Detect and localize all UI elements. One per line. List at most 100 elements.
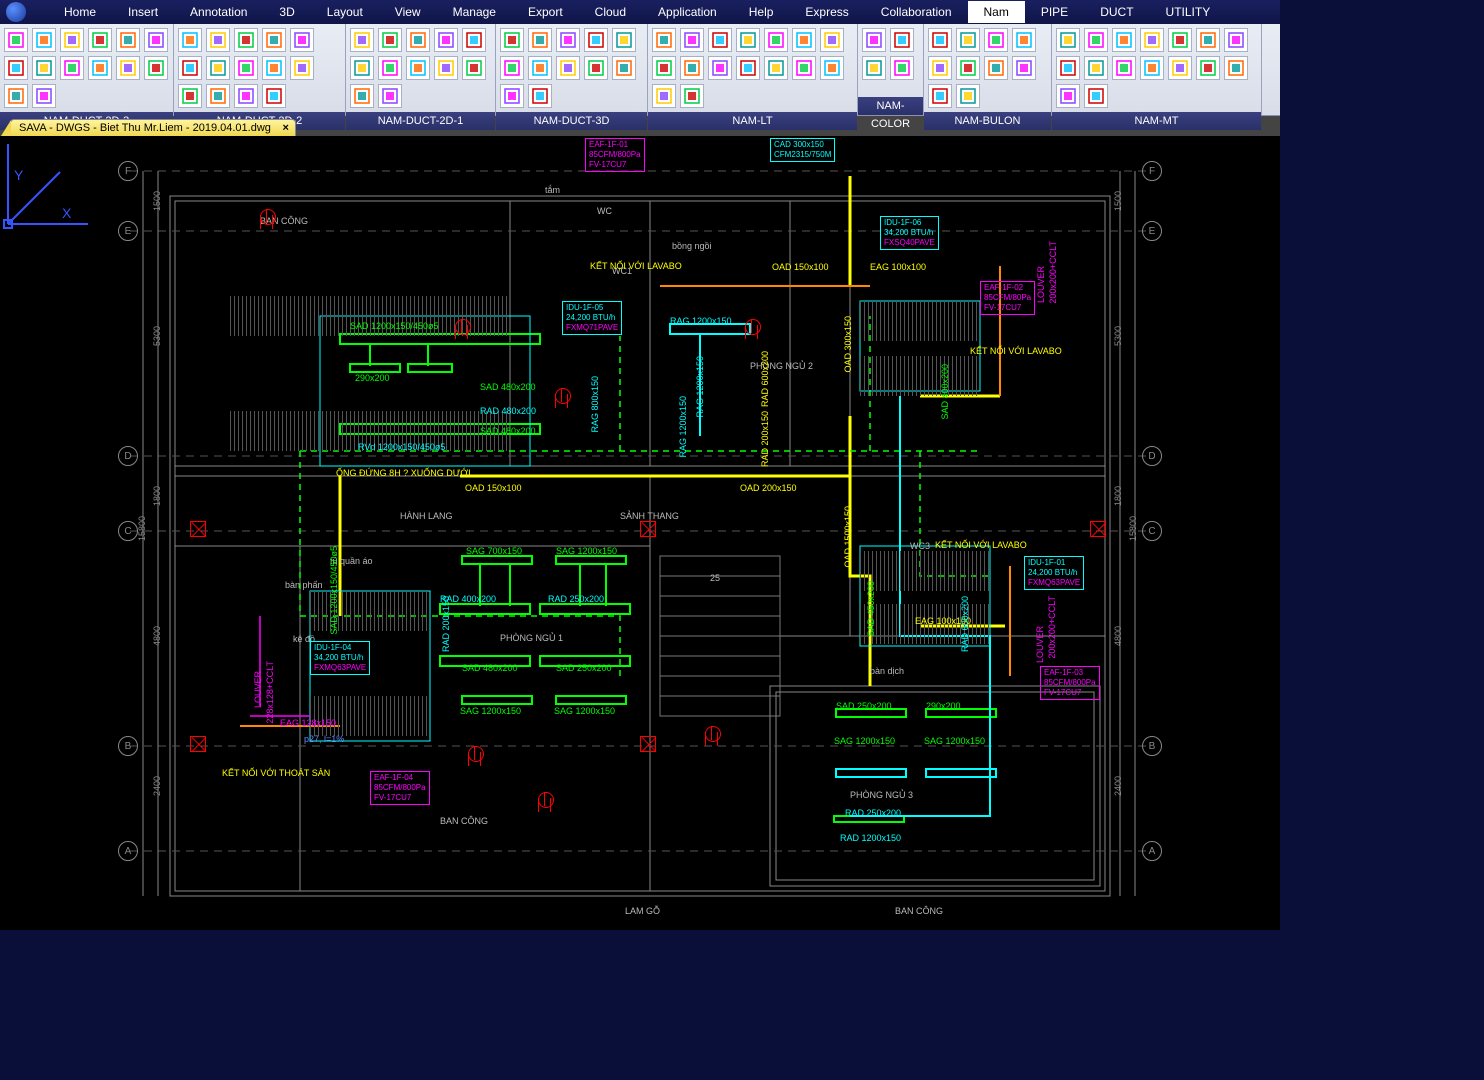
tool-button[interactable] — [956, 28, 980, 52]
tool-button[interactable] — [764, 28, 788, 52]
menu-3d[interactable]: 3D — [263, 1, 310, 23]
menu-annotation[interactable]: Annotation — [174, 1, 263, 23]
file-tab[interactable]: SAVA - DWGS - Biet Thu Mr.Liem - 2019.04… — [10, 119, 296, 136]
tool-button[interactable] — [928, 28, 952, 52]
tool-button[interactable] — [32, 28, 56, 52]
tool-button[interactable] — [4, 56, 28, 80]
tool-button[interactable] — [1224, 28, 1248, 52]
tool-button[interactable] — [234, 56, 258, 80]
tool-button[interactable] — [680, 56, 704, 80]
tool-button[interactable] — [144, 56, 168, 80]
tool-button[interactable] — [262, 28, 286, 52]
tool-button[interactable] — [60, 28, 84, 52]
tool-button[interactable] — [144, 28, 168, 52]
tool-button[interactable] — [1012, 56, 1036, 80]
app-logo-icon[interactable] — [6, 2, 26, 22]
tool-button[interactable] — [956, 84, 980, 108]
tool-button[interactable] — [378, 84, 402, 108]
tool-button[interactable] — [764, 56, 788, 80]
tool-button[interactable] — [708, 28, 732, 52]
tool-button[interactable] — [206, 84, 230, 108]
tool-button[interactable] — [178, 84, 202, 108]
menu-cloud[interactable]: Cloud — [579, 1, 642, 23]
tool-button[interactable] — [234, 84, 258, 108]
tool-button[interactable] — [556, 28, 580, 52]
tool-button[interactable] — [820, 28, 844, 52]
tool-button[interactable] — [406, 28, 430, 52]
tool-button[interactable] — [1084, 56, 1108, 80]
menu-utility[interactable]: UTILITY — [1150, 1, 1227, 23]
tool-button[interactable] — [290, 56, 314, 80]
tool-button[interactable] — [1112, 56, 1136, 80]
tool-button[interactable] — [206, 56, 230, 80]
tool-button[interactable] — [1196, 56, 1220, 80]
tool-button[interactable] — [1112, 28, 1136, 52]
tool-button[interactable] — [528, 84, 552, 108]
tool-button[interactable] — [680, 84, 704, 108]
tool-button[interactable] — [1012, 28, 1036, 52]
drawing-canvas[interactable]: A B C D E F A B C D E F 2400 4800 1800 5… — [0, 136, 1280, 930]
tool-button[interactable] — [928, 56, 952, 80]
tool-button[interactable] — [462, 56, 486, 80]
tool-button[interactable] — [652, 28, 676, 52]
tool-button[interactable] — [680, 28, 704, 52]
tool-button[interactable] — [1056, 84, 1080, 108]
tool-button[interactable] — [1140, 56, 1164, 80]
menu-duct[interactable]: DUCT — [1084, 1, 1149, 23]
tool-button[interactable] — [584, 56, 608, 80]
tool-button[interactable] — [234, 28, 258, 52]
tool-button[interactable] — [350, 84, 374, 108]
tool-button[interactable] — [32, 56, 56, 80]
tool-button[interactable] — [928, 84, 952, 108]
tool-button[interactable] — [1084, 28, 1108, 52]
menu-manage[interactable]: Manage — [437, 1, 512, 23]
tool-button[interactable] — [262, 84, 286, 108]
tool-button[interactable] — [792, 56, 816, 80]
tool-button[interactable] — [178, 56, 202, 80]
tool-button[interactable] — [32, 84, 56, 108]
menu-nam[interactable]: Nam — [968, 1, 1025, 23]
menu-export[interactable]: Export — [512, 1, 579, 23]
tool-button[interactable] — [1168, 28, 1192, 52]
tool-button[interactable] — [434, 56, 458, 80]
tool-button[interactable] — [1196, 28, 1220, 52]
tool-button[interactable] — [708, 56, 732, 80]
tool-button[interactable] — [984, 28, 1008, 52]
tool-button[interactable] — [178, 28, 202, 52]
tool-button[interactable] — [290, 28, 314, 52]
menu-layout[interactable]: Layout — [311, 1, 379, 23]
tool-button[interactable] — [500, 56, 524, 80]
tool-button[interactable] — [378, 56, 402, 80]
tool-button[interactable] — [350, 56, 374, 80]
menu-express[interactable]: Express — [789, 1, 864, 23]
tool-button[interactable] — [116, 56, 140, 80]
menu-pipe[interactable]: PIPE — [1025, 1, 1084, 23]
tool-button[interactable] — [1168, 56, 1192, 80]
tool-button[interactable] — [350, 28, 374, 52]
tool-button[interactable] — [652, 56, 676, 80]
menu-application[interactable]: Application — [642, 1, 733, 23]
tool-button[interactable] — [116, 28, 140, 52]
tool-button[interactable] — [434, 28, 458, 52]
tool-button[interactable] — [60, 56, 84, 80]
tool-button[interactable] — [500, 28, 524, 52]
tool-button[interactable] — [736, 56, 760, 80]
close-tab-icon[interactable]: × — [282, 122, 288, 134]
tool-button[interactable] — [820, 56, 844, 80]
tool-button[interactable] — [1084, 84, 1108, 108]
tool-button[interactable] — [736, 28, 760, 52]
tool-button[interactable] — [206, 28, 230, 52]
tool-button[interactable] — [984, 56, 1008, 80]
tool-button[interactable] — [406, 56, 430, 80]
tool-button[interactable] — [792, 28, 816, 52]
tool-button[interactable] — [4, 84, 28, 108]
tool-button[interactable] — [1056, 28, 1080, 52]
tool-button[interactable] — [612, 28, 636, 52]
tool-button[interactable] — [4, 28, 28, 52]
tool-button[interactable] — [500, 84, 524, 108]
tool-button[interactable] — [956, 56, 980, 80]
tool-button[interactable] — [378, 28, 402, 52]
tool-button[interactable] — [584, 28, 608, 52]
menu-insert[interactable]: Insert — [112, 1, 174, 23]
tool-button[interactable] — [556, 56, 580, 80]
